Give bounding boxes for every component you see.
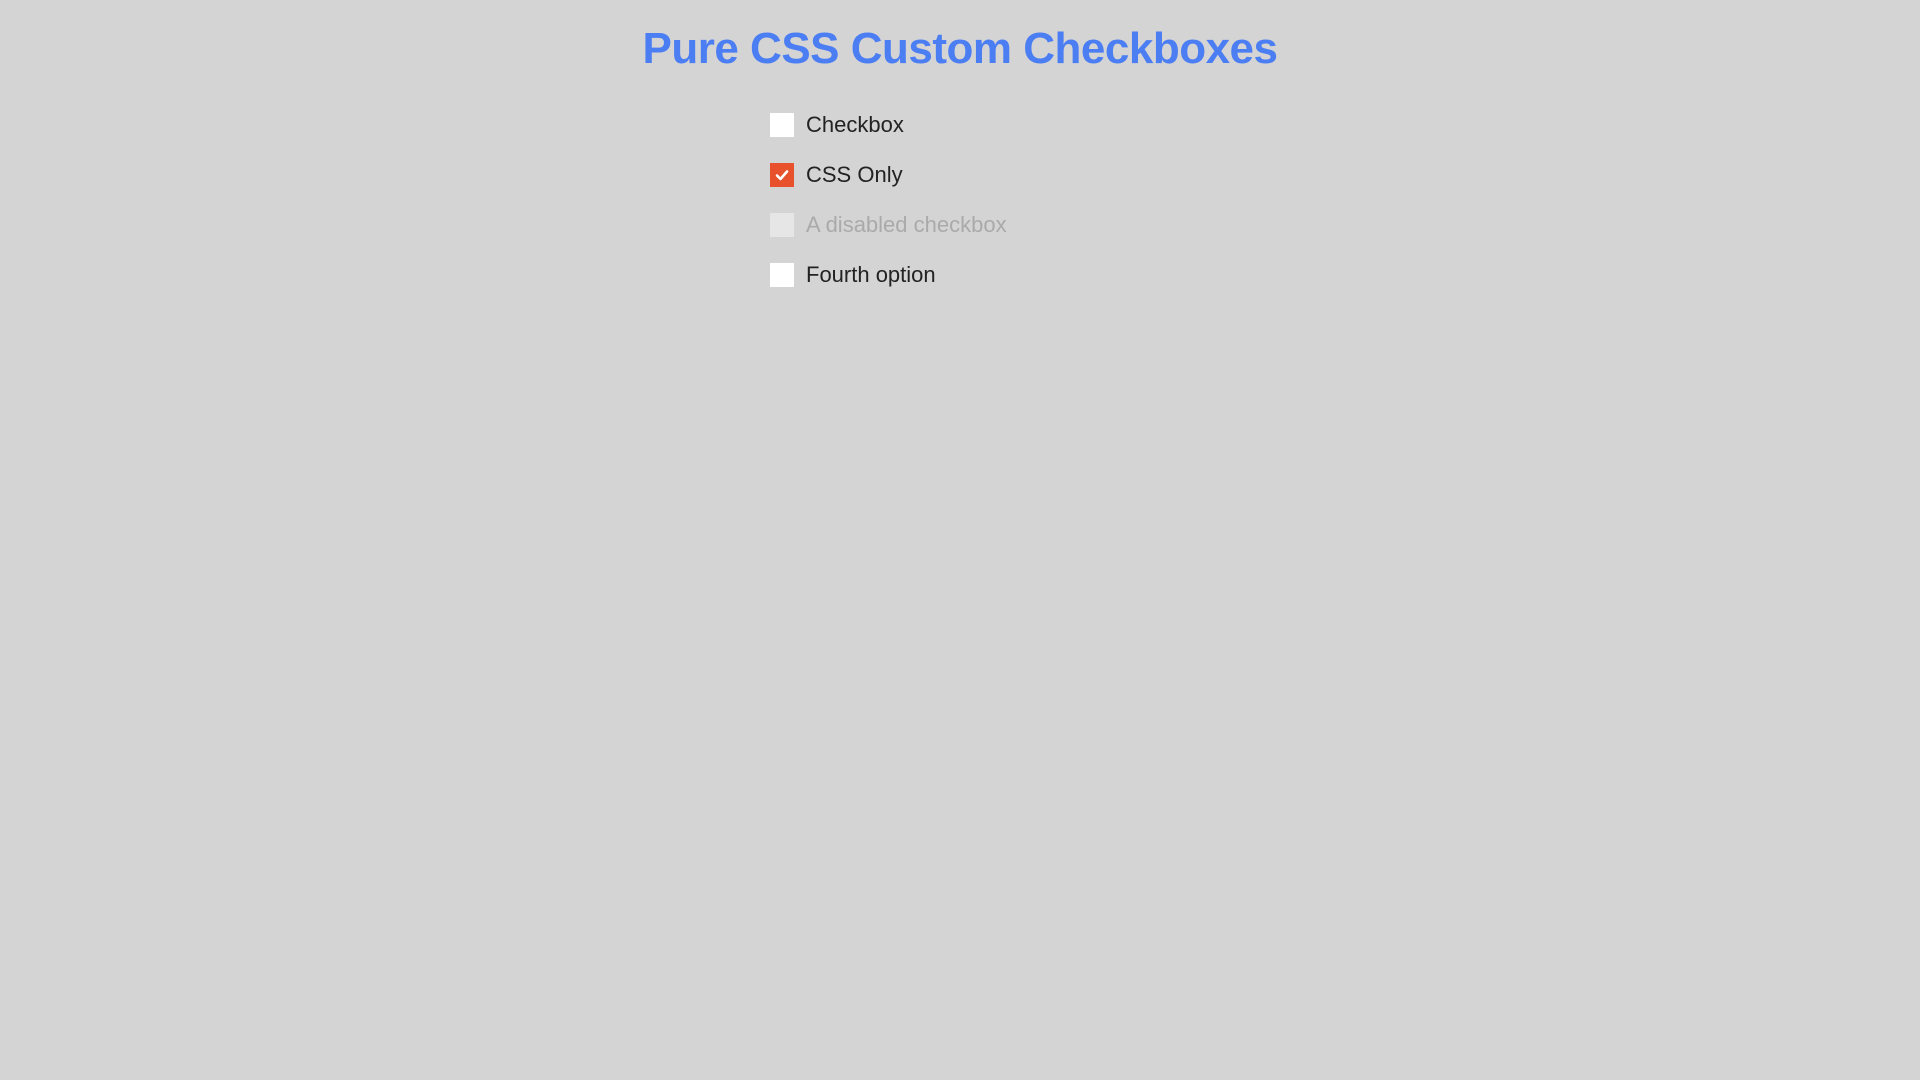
checkbox-row-1[interactable]: CSS Only: [770, 150, 1150, 200]
checkbox-list: Checkbox CSS Only A disabled checkbox Fo…: [770, 100, 1150, 300]
checkbox-label-3[interactable]: Fourth option: [806, 262, 936, 288]
checkbox-box-0[interactable]: [770, 113, 794, 137]
checkbox-box-1[interactable]: [770, 163, 794, 187]
page-title: Pure CSS Custom Checkboxes: [0, 0, 1920, 74]
checkbox-row-0[interactable]: Checkbox: [770, 100, 1150, 150]
checkbox-label-2: A disabled checkbox: [806, 212, 1007, 238]
checkbox-row-2: A disabled checkbox: [770, 200, 1150, 250]
checkbox-label-0[interactable]: Checkbox: [806, 112, 904, 138]
checkbox-row-3[interactable]: Fourth option: [770, 250, 1150, 300]
check-icon: [775, 168, 789, 182]
checkbox-box-2: [770, 213, 794, 237]
checkbox-label-1[interactable]: CSS Only: [806, 162, 903, 188]
checkbox-box-3[interactable]: [770, 263, 794, 287]
